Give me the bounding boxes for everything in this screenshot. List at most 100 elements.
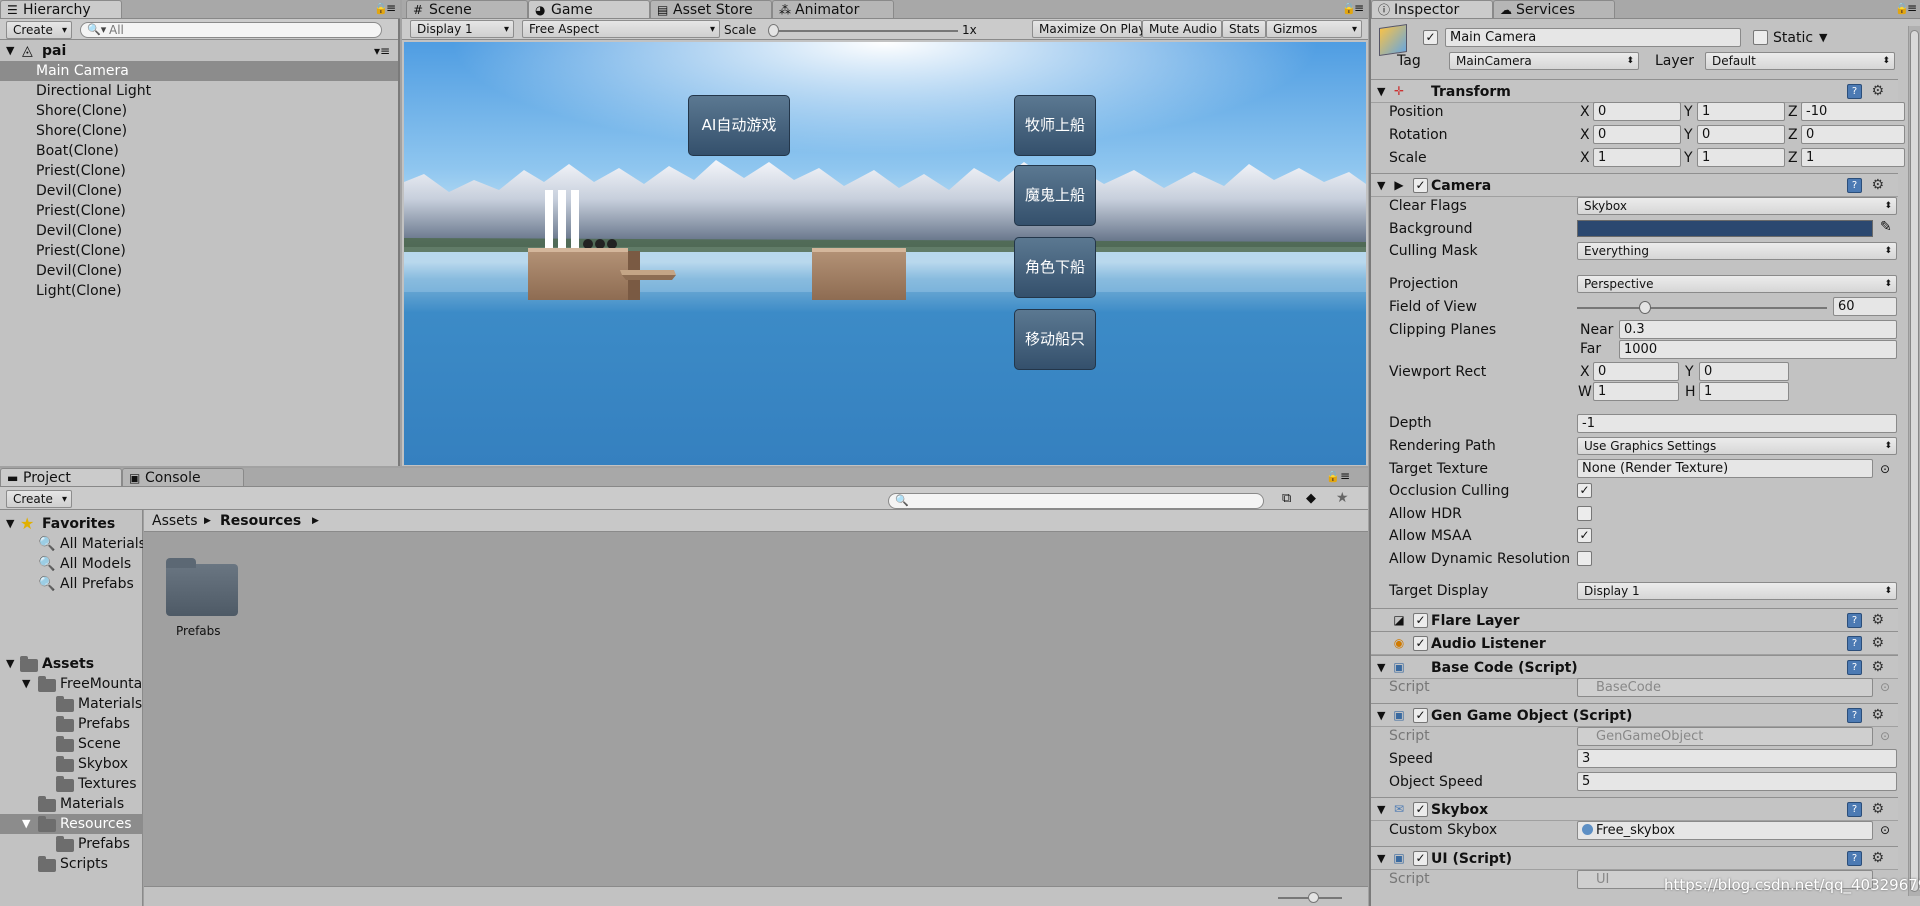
expand-arrow-icon[interactable]: ▼	[22, 674, 30, 694]
gear-icon[interactable]: ⚙	[1871, 849, 1884, 867]
component-ui-script[interactable]: ▼ ▣ ✓ UI (Script) ? ⚙	[1371, 846, 1898, 870]
rotation-x-field[interactable]: 0	[1593, 125, 1681, 144]
component-skybox[interactable]: ▼ ✉ ✓ Skybox ? ⚙	[1371, 797, 1898, 821]
tree-item-materials[interactable]: Materials	[0, 794, 143, 814]
ui-enabled-checkbox[interactable]: ✓	[1413, 851, 1428, 866]
breadcrumb-resources[interactable]: Resources	[220, 510, 301, 532]
camera-enabled-checkbox[interactable]: ✓	[1413, 178, 1428, 193]
expand-arrow-icon[interactable]: ▼	[6, 514, 14, 534]
tree-item-folder[interactable]: Prefabs	[0, 714, 143, 734]
tree-item-freemountain[interactable]: ▼ FreeMountain	[0, 674, 143, 694]
clear-flags-dropdown[interactable]: Skybox	[1577, 197, 1897, 215]
display-dropdown[interactable]: Display 1	[410, 20, 514, 38]
expand-arrow-icon[interactable]: ▼	[6, 41, 14, 61]
allow-msaa-checkbox[interactable]: ✓	[1577, 528, 1592, 543]
devil-board-button[interactable]: 魔鬼上船	[1014, 165, 1096, 226]
tab-game[interactable]: ◕ Game	[528, 0, 650, 18]
gear-icon[interactable]: ⚙	[1871, 800, 1884, 818]
component-base-code[interactable]: ▼ ▣ Base Code (Script) ? ⚙	[1371, 655, 1898, 679]
speed-field[interactable]: 3	[1577, 749, 1897, 768]
hierarchy-search-input[interactable]: 🔍▾ All	[80, 22, 382, 38]
inspector-scrollbar[interactable]	[1908, 26, 1920, 896]
tab-scene[interactable]: # Scene	[406, 0, 528, 18]
filter-label-icon[interactable]: ◆	[1306, 491, 1316, 506]
tree-item-folder[interactable]: Skybox	[0, 754, 143, 774]
tab-project[interactable]: ▬ Project	[0, 468, 122, 486]
scale-x-field[interactable]: 1	[1593, 148, 1681, 167]
breadcrumb-assets[interactable]: Assets	[152, 510, 198, 532]
rotation-z-field[interactable]: 0	[1801, 125, 1905, 144]
tab-animator[interactable]: ⁂ Animator	[772, 0, 894, 18]
favorite-star-icon[interactable]: ★	[1336, 490, 1349, 506]
component-flare-layer[interactable]: ◪ ✓ Flare Layer ? ⚙	[1371, 608, 1898, 632]
help-book-icon[interactable]: ?	[1847, 636, 1862, 651]
scale-z-field[interactable]: 1	[1801, 148, 1905, 167]
tab-services[interactable]: ☁ Services	[1493, 0, 1615, 18]
rendering-path-dropdown[interactable]: Use Graphics Settings	[1577, 437, 1897, 455]
hierarchy-item[interactable]: Devil(Clone)	[0, 181, 398, 201]
component-audio-listener[interactable]: ◉ ✓ Audio Listener ? ⚙	[1371, 631, 1898, 655]
depth-field[interactable]: -1	[1577, 414, 1897, 433]
fov-field[interactable]: 60	[1833, 297, 1897, 316]
help-book-icon[interactable]: ?	[1847, 178, 1862, 193]
expand-arrow-icon[interactable]: ▼	[1377, 658, 1385, 678]
mute-audio-button[interactable]: Mute Audio	[1142, 20, 1222, 38]
hierarchy-item[interactable]: Light(Clone)	[0, 281, 398, 301]
scale-slider-handle[interactable]	[768, 24, 779, 37]
hierarchy-item[interactable]: Directional Light	[0, 81, 398, 101]
object-speed-field[interactable]: 5	[1577, 772, 1897, 791]
static-checkbox[interactable]	[1753, 30, 1768, 45]
favorite-item[interactable]: 🔍 All Prefabs	[0, 574, 143, 594]
gear-icon[interactable]: ⚙	[1871, 82, 1884, 100]
menu-icon[interactable]: ≡	[386, 1, 396, 15]
tab-asset-store[interactable]: ▤ Asset Store	[650, 0, 772, 18]
ai-autoplay-button[interactable]: AI自动游戏	[688, 95, 790, 156]
expand-arrow-icon[interactable]: ▼	[6, 654, 14, 674]
fov-slider-track[interactable]	[1577, 307, 1827, 309]
tree-item-folder[interactable]: Prefabs	[0, 834, 143, 854]
occlusion-culling-checkbox[interactable]: ✓	[1577, 483, 1592, 498]
object-picker-icon[interactable]: ⊙	[1880, 459, 1890, 479]
target-display-dropdown[interactable]: Display 1	[1577, 582, 1897, 600]
rotation-y-field[interactable]: 0	[1697, 125, 1785, 144]
favorites-row[interactable]: ▼ ★ Favorites	[0, 514, 143, 534]
help-book-icon[interactable]: ?	[1847, 708, 1862, 723]
help-book-icon[interactable]: ?	[1847, 660, 1862, 675]
stats-button[interactable]: Stats	[1222, 20, 1266, 38]
component-transform[interactable]: ▼ ✛ Transform ? ⚙	[1371, 79, 1898, 103]
viewport-h-field[interactable]: 1	[1699, 382, 1789, 401]
aspect-dropdown[interactable]: Free Aspect	[522, 20, 720, 38]
viewport-y-field[interactable]: 0	[1699, 362, 1789, 381]
near-field[interactable]: 0.3	[1619, 320, 1897, 339]
tab-console[interactable]: ▣ Console	[122, 468, 244, 486]
menu-icon[interactable]: ≡	[1907, 1, 1917, 15]
object-name-field[interactable]: Main Camera	[1445, 28, 1741, 47]
icon-size-slider-handle[interactable]	[1308, 892, 1319, 903]
layer-dropdown[interactable]: Default	[1705, 52, 1895, 70]
expand-arrow-icon[interactable]: ▼	[1377, 82, 1385, 102]
hierarchy-item[interactable]: Devil(Clone)	[0, 221, 398, 241]
hierarchy-item[interactable]: Boat(Clone)	[0, 141, 398, 161]
background-color-swatch[interactable]	[1577, 220, 1873, 237]
object-picker-icon[interactable]: ⊙	[1880, 677, 1890, 697]
tab-inspector[interactable]: ⓘ Inspector	[1371, 0, 1493, 18]
allow-hdr-checkbox[interactable]	[1577, 506, 1592, 521]
gear-icon[interactable]: ⚙	[1871, 176, 1884, 194]
priest-board-button[interactable]: 牧师上船	[1014, 95, 1096, 156]
help-book-icon[interactable]: ?	[1847, 802, 1862, 817]
hierarchy-item[interactable]: Priest(Clone)	[0, 161, 398, 181]
scrollbar-thumb[interactable]	[1910, 30, 1919, 892]
role-unboard-button[interactable]: 角色下船	[1014, 237, 1096, 298]
game-viewport[interactable]: AI自动游戏 牧师上船 魔鬼上船 角色下船 移动船只	[404, 42, 1366, 465]
project-search-input[interactable]: 🔍	[888, 493, 1264, 509]
component-gen-game-object[interactable]: ▼ ▣ ✓ Gen Game Object (Script) ? ⚙	[1371, 703, 1898, 727]
folder-item-prefabs[interactable]: Prefabs	[166, 556, 238, 638]
projection-dropdown[interactable]: Perspective	[1577, 275, 1897, 293]
scene-row[interactable]: ▼ ◬ pai ▾≡	[0, 41, 398, 61]
favorite-item[interactable]: 🔍 All Materials	[0, 534, 143, 554]
assets-row[interactable]: ▼ Assets	[0, 654, 143, 674]
position-y-field[interactable]: 1	[1697, 102, 1785, 121]
gear-icon[interactable]: ⚙	[1871, 634, 1884, 652]
scale-slider-track[interactable]	[772, 30, 958, 32]
far-field[interactable]: 1000	[1619, 340, 1897, 359]
